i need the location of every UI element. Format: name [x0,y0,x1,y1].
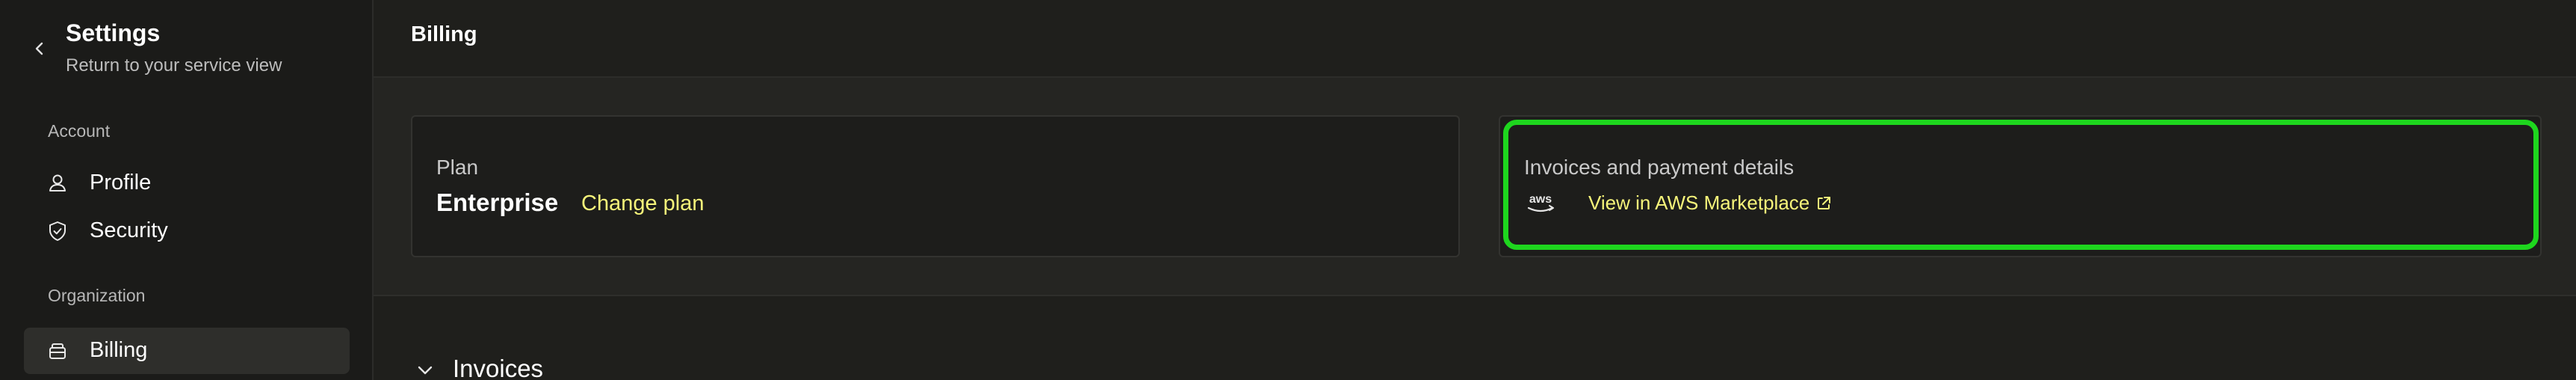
section-label-account: Account [48,121,111,141]
aws-link-label: View in AWS Marketplace [1588,191,1810,214]
sidebar-title[interactable]: Settings [66,19,160,47]
sidebar-item-security[interactable]: Security [24,208,350,254]
aws-logo-icon: aws [1527,193,1554,212]
sidebar-item-label: Security [90,218,168,242]
page-header: Billing [374,0,2576,78]
invoices-payment-card: Invoices and payment details aws View in… [1499,115,2542,257]
sidebar-item-billing[interactable]: Billing [24,328,350,374]
change-plan-link[interactable]: Change plan [581,191,704,216]
shield-icon [49,221,66,241]
wallet-icon [49,343,66,359]
invoices-payment-label: Invoices and payment details [1524,156,1795,179]
plan-card: Plan Enterprise Change plan [411,115,1460,257]
user-icon [49,174,66,191]
svg-text:aws: aws [1529,193,1552,206]
sidebar-item-label: Billing [90,338,148,362]
invoices-section: Invoices [374,296,2576,380]
chevron-left-icon[interactable] [30,39,49,58]
billing-summary: Plan Enterprise Change plan Invoices and… [374,78,2576,296]
page-title: Billing [411,22,477,46]
chevron-down-icon[interactable] [417,365,433,376]
sidebar-item-label: Profile [90,171,152,194]
view-aws-marketplace-link[interactable]: View in AWS Marketplace [1588,191,1832,215]
settings-sidebar: Settings Return to your service view Acc… [0,0,374,380]
sidebar-subtitle[interactable]: Return to your service view [66,55,282,76]
settings-app: Settings Return to your service view Acc… [0,0,2576,380]
section-label-organization: Organization [48,286,146,305]
plan-name: Enterprise [436,189,559,216]
sidebar-item-profile[interactable]: Profile [24,160,350,206]
plan-label: Plan [436,156,479,179]
invoices-section-title[interactable]: Invoices [453,355,543,380]
external-link-icon [1818,196,1831,209]
